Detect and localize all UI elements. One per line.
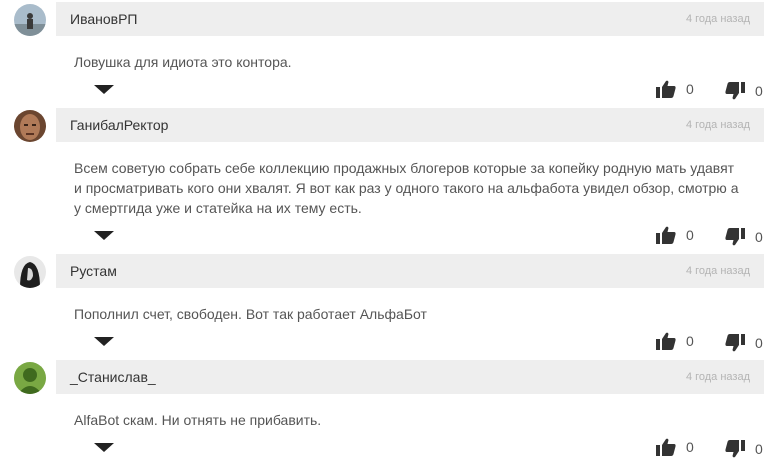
triangle-down-icon[interactable]: [94, 231, 114, 240]
comment-text: Пополнил счет, свободен. Вот так работае…: [74, 306, 427, 322]
comment: Рустам 4 года назад Пополнил счет, свобо…: [0, 254, 768, 356]
thumbs-up-icon: [656, 332, 676, 350]
comment-text: Всем советую собрать себе коллекцию прод…: [74, 160, 739, 216]
thumbs-up-icon: [656, 80, 676, 98]
avatar[interactable]: [14, 362, 46, 394]
comment-header: ИвановРП 4 года назад: [56, 2, 764, 36]
dislike-button[interactable]: 0: [725, 440, 763, 458]
timestamp: 4 года назад: [685, 265, 750, 277]
dislike-count: 0: [755, 441, 763, 457]
comment: ИвановРП 4 года назад Ловушка для идиота…: [0, 2, 768, 104]
thumbs-down-icon: [725, 440, 745, 458]
comment: ГанибалРектор 4 года назад Всем советую …: [0, 108, 768, 250]
comment-header: Рустам 4 года назад: [56, 254, 764, 288]
dislike-button[interactable]: 0: [725, 228, 763, 246]
like-count: 0: [686, 81, 694, 97]
timestamp: 4 года назад: [685, 371, 750, 383]
thumbs-up-icon: [656, 438, 676, 456]
like-count: 0: [686, 333, 694, 349]
dislike-count: 0: [755, 229, 763, 245]
dislike-count: 0: [755, 83, 763, 99]
avatar[interactable]: [14, 256, 46, 288]
thumbs-down-icon: [725, 82, 745, 100]
comment-text: AlfaBot скам. Ни отнять не прибавить.: [74, 412, 322, 428]
triangle-down-icon[interactable]: [94, 85, 114, 94]
comment-text: Ловушка для идиота это контора.: [74, 54, 292, 70]
thumbs-up-icon: [656, 226, 676, 244]
dislike-button[interactable]: 0: [725, 334, 763, 352]
like-button[interactable]: 0: [656, 332, 694, 350]
like-count: 0: [686, 439, 694, 455]
author-name[interactable]: _Станислав_: [70, 369, 156, 385]
timestamp: 4 года назад: [685, 119, 750, 131]
avatar[interactable]: [14, 4, 46, 36]
thumbs-down-icon: [725, 334, 745, 352]
like-button[interactable]: 0: [656, 226, 694, 244]
dislike-count: 0: [755, 335, 763, 351]
author-name[interactable]: Рустам: [70, 263, 117, 279]
comment-header: ГанибалРектор 4 года назад: [56, 108, 764, 142]
triangle-down-icon[interactable]: [94, 337, 114, 346]
author-name[interactable]: ГанибалРектор: [70, 117, 168, 133]
comment-header: _Станислав_ 4 года назад: [56, 360, 764, 394]
author-name[interactable]: ИвановРП: [70, 11, 137, 27]
like-count: 0: [686, 227, 694, 243]
triangle-down-icon[interactable]: [94, 443, 114, 452]
thumbs-down-icon: [725, 228, 745, 246]
dislike-button[interactable]: 0: [725, 82, 763, 100]
like-button[interactable]: 0: [656, 80, 694, 98]
timestamp: 4 года назад: [685, 13, 750, 25]
avatar[interactable]: [14, 110, 46, 142]
like-button[interactable]: 0: [656, 438, 694, 456]
comment: _Станислав_ 4 года назад AlfaBot скам. Н…: [0, 360, 768, 466]
